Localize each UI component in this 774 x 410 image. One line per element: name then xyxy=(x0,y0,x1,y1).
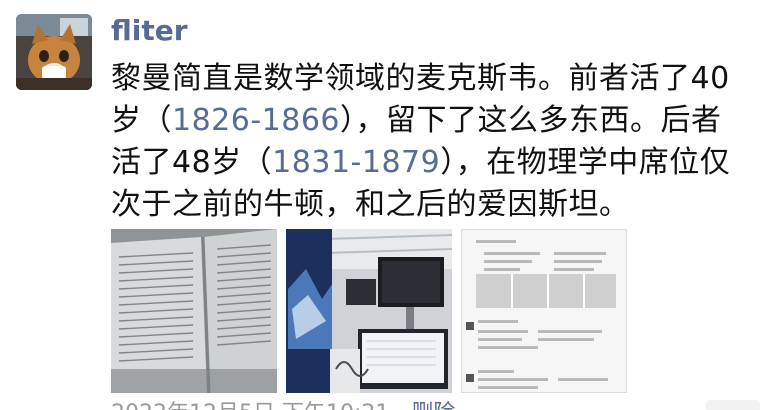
photo-thumbnail-book[interactable] xyxy=(111,229,277,393)
photo-thumbnail-office[interactable] xyxy=(286,229,452,393)
office-monitors-image xyxy=(286,229,452,393)
post-text-line: 次于之前的牛顿，和之后的爱因斯坦。 xyxy=(111,184,761,226)
year-range-link[interactable]: 1826-1866 xyxy=(172,103,340,138)
chat-screenshot-image xyxy=(462,230,626,392)
year-range-link[interactable]: 1831-1879 xyxy=(272,145,440,180)
post-text-segment: 岁（ xyxy=(111,103,172,138)
username[interactable]: fliter xyxy=(111,12,188,50)
post-timestamp: 2022年12月5日 下午10:21 xyxy=(111,401,389,410)
more-actions-button[interactable] xyxy=(706,400,760,410)
cat-avatar-image xyxy=(16,14,92,90)
delete-link[interactable]: 删除 xyxy=(411,401,455,410)
avatar[interactable] xyxy=(16,14,92,90)
post-text-line: 岁（1826-1866），留下了这么多东西。后者 xyxy=(111,100,761,142)
post-text-segment: ），在物理学中席位仅 xyxy=(440,145,731,180)
post-text-line: 黎曼简直是数学领域的麦克斯韦。前者活了40 xyxy=(111,58,761,100)
moments-post: fliter 黎曼简直是数学领域的麦克斯韦。前者活了40 岁（1826-1866）… xyxy=(0,0,774,410)
photo-thumbnail-screenshot[interactable] xyxy=(461,229,627,393)
post-text-segment: 活了48岁（ xyxy=(111,145,273,180)
open-book-image xyxy=(111,229,277,393)
post-footer: 2022年12月5日 下午10:21 删除 xyxy=(111,401,455,410)
post-text-segment: 黎曼简直是数学领域的麦克斯韦。前者活了40 xyxy=(111,61,730,96)
post-text-line: 活了48岁（1831-1879），在物理学中席位仅 xyxy=(111,142,761,184)
post-text-segment: 次于之前的牛顿，和之后的爱因斯坦。 xyxy=(111,187,630,222)
post-text-segment: ），留下了这么多东西。后者 xyxy=(340,103,722,138)
post-text: 黎曼简直是数学领域的麦克斯韦。前者活了40 岁（1826-1866），留下了这么多… xyxy=(111,58,761,226)
